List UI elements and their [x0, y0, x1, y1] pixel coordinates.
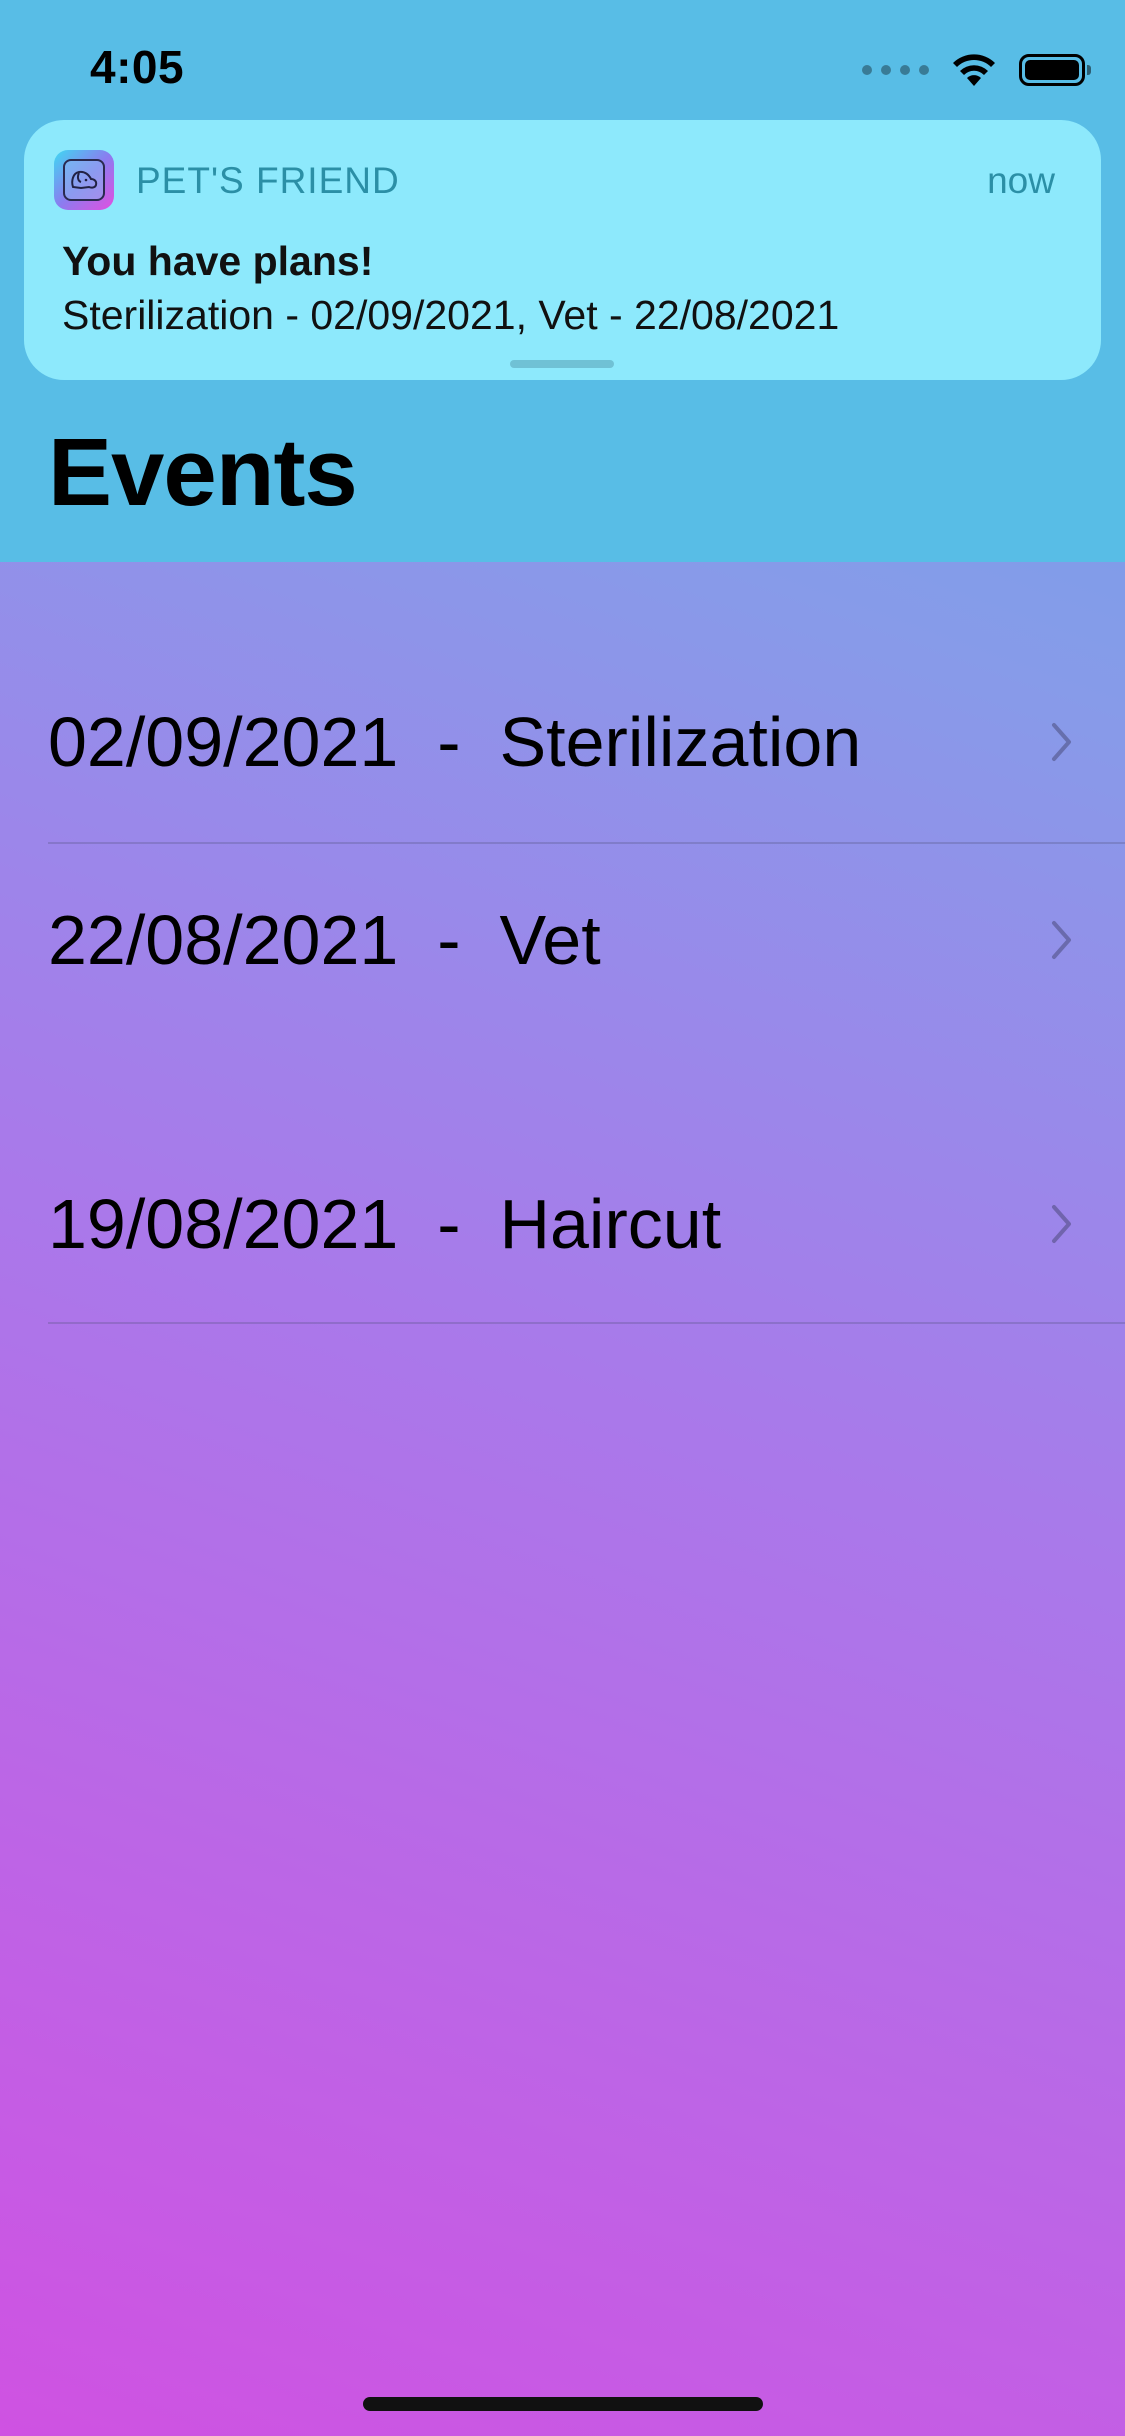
status-icons	[862, 48, 1091, 92]
event-label: 22/08/2021 - Vet	[48, 901, 601, 979]
notification-body: Sterilization - 02/09/2021, Vet - 22/08/…	[62, 292, 840, 338]
chevron-right-icon	[1052, 723, 1071, 761]
event-row[interactable]: 19/08/2021 - Haircut	[48, 1174, 1125, 1274]
page-title: Events	[48, 419, 358, 526]
cellular-signal-icon	[862, 65, 929, 75]
notification-time: now	[987, 160, 1055, 201]
notification-title: You have plans!	[62, 238, 374, 284]
battery-icon	[1019, 54, 1091, 86]
event-row[interactable]: 02/09/2021 - Sterilization	[48, 692, 1125, 792]
dog-icon	[71, 170, 98, 190]
event-row[interactable]: 22/08/2021 - Vet	[48, 890, 1125, 990]
notification-app-name: PET'S FRIEND	[136, 160, 400, 201]
divider	[48, 842, 1125, 844]
chevron-right-icon	[1052, 921, 1071, 959]
app-icon	[54, 150, 114, 210]
wifi-icon	[953, 54, 995, 86]
home-indicator[interactable]	[363, 2397, 763, 2411]
status-bar: 4:05	[0, 0, 1125, 130]
chevron-right-icon	[1052, 1205, 1071, 1243]
notification-banner[interactable]: PET'S FRIEND now You have plans! Sterili…	[24, 120, 1101, 380]
event-label: 02/09/2021 - Sterilization	[48, 703, 862, 781]
event-label: 19/08/2021 - Haircut	[48, 1185, 722, 1263]
notification-drag-handle[interactable]	[510, 360, 614, 368]
status-time: 4:05	[90, 41, 185, 93]
divider	[48, 1322, 1125, 1324]
